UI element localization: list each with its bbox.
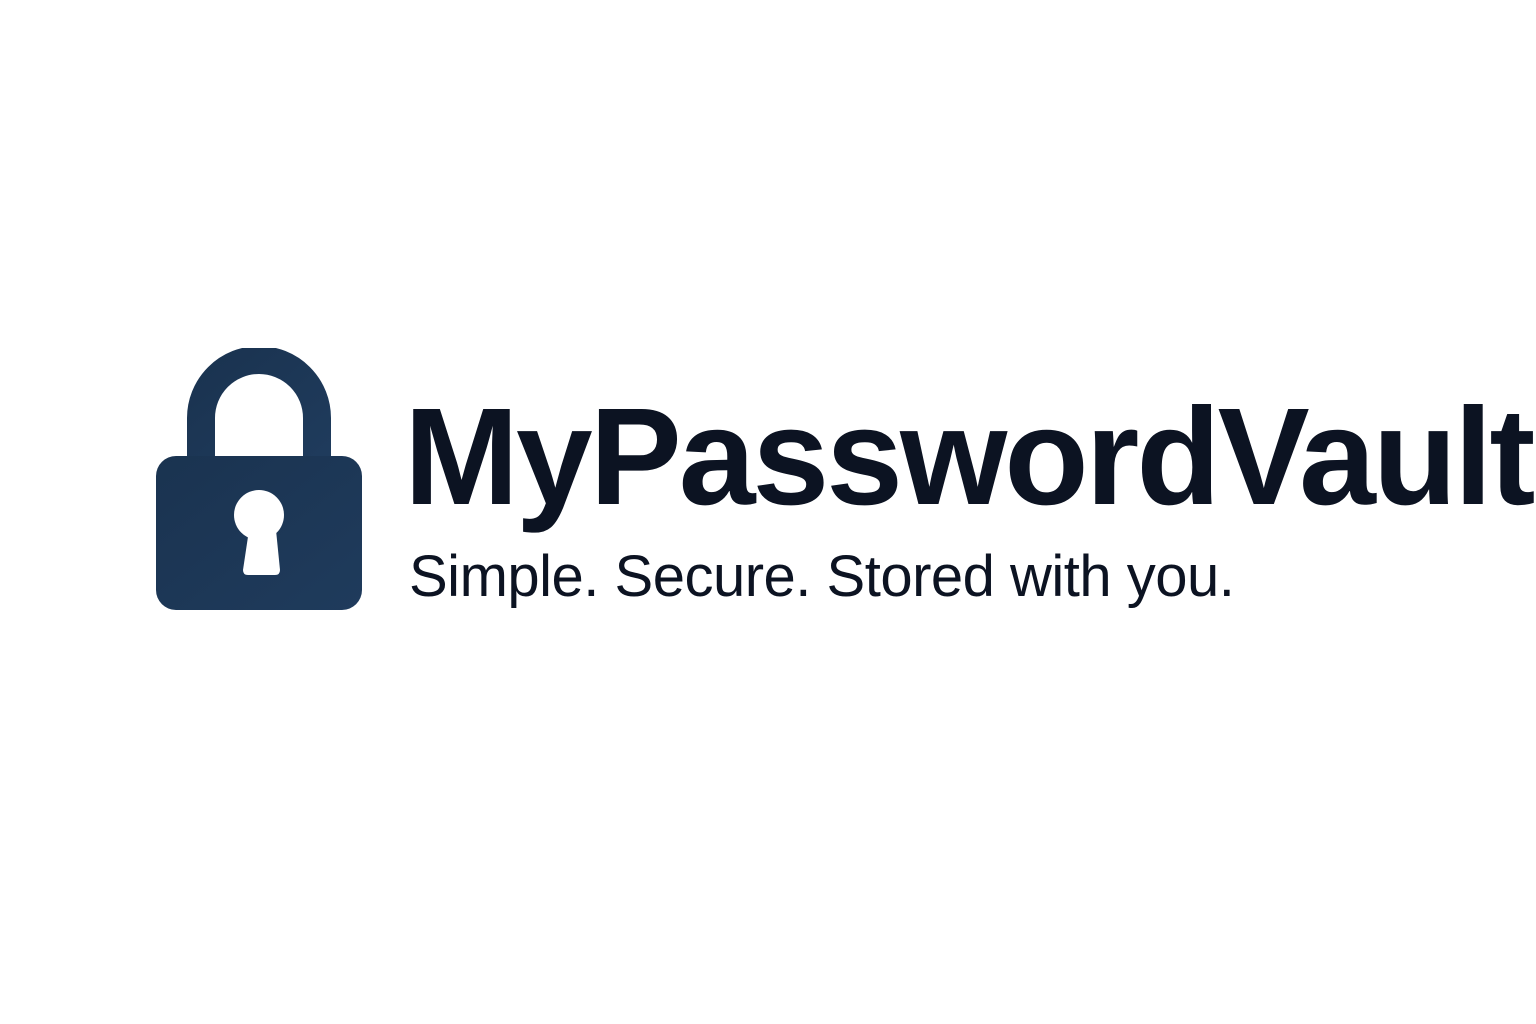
brand-name: MyPasswordVault — [404, 380, 1535, 534]
brand-tagline: Simple. Secure. Stored with you. — [409, 544, 1235, 609]
padlock-icon — [156, 348, 362, 610]
